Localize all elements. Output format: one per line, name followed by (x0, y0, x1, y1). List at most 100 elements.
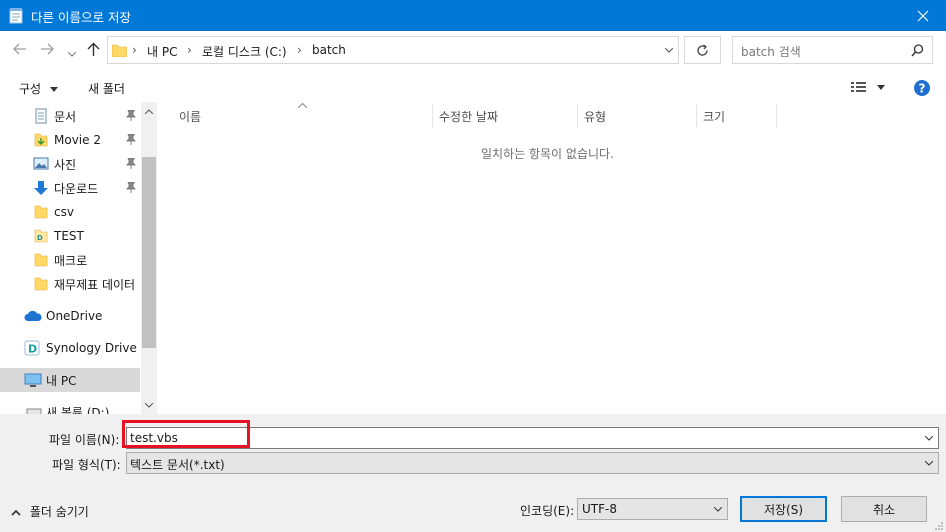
encoding-label: 인코딩(E): (520, 504, 575, 518)
navigation-pane[interactable]: 문서 Movie 2 사진 다운로드 csv D TEST 매크로 재무제표 데… (0, 102, 157, 414)
search-placeholder: batch 검색 (741, 45, 801, 59)
resize-grip-icon[interactable] (932, 520, 944, 532)
sort-ascending-icon (298, 103, 307, 108)
address-segment-batch[interactable]: batch (312, 43, 346, 57)
nav-item-onedrive[interactable]: OneDrive (0, 304, 140, 328)
pin-icon[interactable] (126, 110, 136, 121)
onedrive-cloud-icon (24, 310, 42, 321)
pin-icon[interactable] (126, 182, 136, 193)
close-button[interactable] (900, 0, 946, 31)
folder-icon (112, 44, 127, 57)
up-button[interactable] (87, 42, 100, 59)
pin-icon[interactable] (126, 134, 136, 145)
filetype-select[interactable]: 텍스트 문서(*.txt) (126, 452, 939, 474)
nav-item-label: 재무제표 데이터 (54, 277, 136, 292)
nav-item-label: OneDrive (46, 309, 103, 323)
synology-drive-icon: D (24, 340, 40, 356)
search-box[interactable]: batch 검색 (732, 36, 933, 64)
pin-icon[interactable] (126, 158, 136, 169)
hide-folders-label: 폴더 숨기기 (29, 505, 89, 519)
nav-item-label: csv (54, 205, 74, 219)
this-pc-icon (24, 373, 42, 387)
download-arrow-icon (34, 181, 48, 195)
nav-item-volume-d[interactable]: 새 볼륨 (D:) (0, 400, 140, 414)
view-options-button[interactable] (851, 82, 887, 96)
nav-item-macro[interactable]: 매크로 (0, 248, 140, 272)
organize-label: 구성 (19, 82, 42, 96)
new-folder-button[interactable]: 새 폴더 (88, 80, 125, 97)
nav-item-label: 새 볼륨 (D:) (46, 405, 110, 415)
chevron-right-icon: › (132, 43, 137, 57)
address-history-chevron-icon[interactable] (665, 48, 673, 53)
chevron-down-icon (714, 507, 722, 512)
column-header-modified[interactable]: 수정한 날짜 (439, 108, 498, 125)
chevron-up-icon (11, 509, 21, 516)
empty-folder-message: 일치하는 항목이 없습니다. (481, 147, 614, 161)
caret-down-icon (49, 87, 58, 92)
nav-item-this-pc[interactable]: 내 PC (0, 368, 140, 392)
help-button[interactable]: ? (914, 80, 930, 99)
forward-button[interactable] (40, 41, 54, 59)
address-bar[interactable]: › 내 PC › 로컬 디스크 (C:) › batch (107, 36, 679, 64)
nav-item-csv[interactable]: csv (0, 200, 140, 224)
title-bar[interactable]: 다른 이름으로 저장 (0, 0, 946, 31)
nav-item-label: 사진 (54, 157, 77, 172)
column-header-size[interactable]: 크기 (703, 108, 725, 125)
encoding-select[interactable]: UTF-8 (577, 498, 728, 520)
navigation-scrollbar[interactable] (141, 102, 157, 414)
nav-item-synology-drive[interactable]: D Synology Drive - (0, 336, 145, 360)
help-icon: ? (914, 80, 930, 96)
nav-item-label: 다운로드 (54, 181, 99, 196)
nav-item-downloads[interactable]: 다운로드 (0, 176, 140, 200)
nav-item-label: TEST (54, 229, 84, 243)
nav-item-documents[interactable]: 문서 (0, 104, 140, 128)
nav-item-label: 매크로 (54, 253, 88, 268)
recent-locations-button[interactable] (67, 46, 77, 60)
svg-text:D: D (37, 234, 43, 242)
nav-item-pictures[interactable]: 사진 (0, 152, 140, 176)
column-divider[interactable] (776, 104, 777, 128)
chevron-down-icon[interactable] (925, 436, 933, 441)
save-options-panel: 파일 이름(N): test.vbs 파일 형식(T): 텍스트 문서(*.tx… (0, 414, 946, 532)
column-header-type[interactable]: 유형 (584, 108, 606, 125)
save-button[interactable]: 저장(S) (740, 496, 827, 522)
close-icon (917, 10, 929, 21)
pictures-icon (33, 157, 49, 170)
hide-folders-button[interactable]: 폴더 숨기기 (11, 503, 89, 520)
nav-item-financial-data[interactable]: 재무제표 데이터 (0, 272, 140, 296)
column-header-name[interactable]: 이름 (179, 108, 201, 125)
details-view-icon (851, 82, 885, 92)
filetype-label: 파일 형식(T): (52, 458, 121, 472)
address-segment-pc[interactable]: 내 PC (147, 43, 177, 60)
encoding-value: UTF-8 (582, 502, 617, 516)
cancel-button[interactable]: 취소 (841, 496, 927, 522)
nav-item-label: Movie 2 (54, 133, 101, 147)
address-segment-drive[interactable]: 로컬 디스크 (C:) (202, 43, 287, 60)
organize-menu[interactable]: 구성 (19, 80, 58, 97)
chevron-down-icon (925, 461, 933, 466)
filetype-value: 텍스트 문서(*.txt) (130, 458, 225, 472)
refresh-icon (697, 43, 708, 56)
scrollbar-thumb[interactable] (142, 157, 156, 348)
svg-text:?: ? (919, 82, 926, 96)
column-divider[interactable] (432, 104, 433, 128)
column-divider[interactable] (577, 104, 578, 128)
scroll-down-icon[interactable] (145, 403, 153, 408)
search-icon[interactable] (911, 44, 924, 57)
nav-item-label: 문서 (54, 109, 77, 124)
chevron-right-icon: › (187, 43, 192, 57)
drive-icon (26, 408, 42, 414)
svg-text:D: D (28, 343, 37, 356)
chevron-down-icon (67, 51, 77, 57)
nav-item-test[interactable]: D TEST (0, 224, 140, 248)
highlight-box (122, 420, 250, 448)
documents-icon (35, 108, 47, 124)
scroll-up-icon[interactable] (145, 109, 153, 114)
back-button[interactable] (13, 41, 27, 59)
column-divider[interactable] (696, 104, 697, 128)
filename-label: 파일 이름(N): (49, 433, 120, 447)
refresh-button[interactable] (684, 36, 721, 64)
nav-item-movie2[interactable]: Movie 2 (0, 128, 140, 152)
arrow-right-icon (41, 43, 54, 55)
synology-folder-icon: D (34, 229, 48, 243)
